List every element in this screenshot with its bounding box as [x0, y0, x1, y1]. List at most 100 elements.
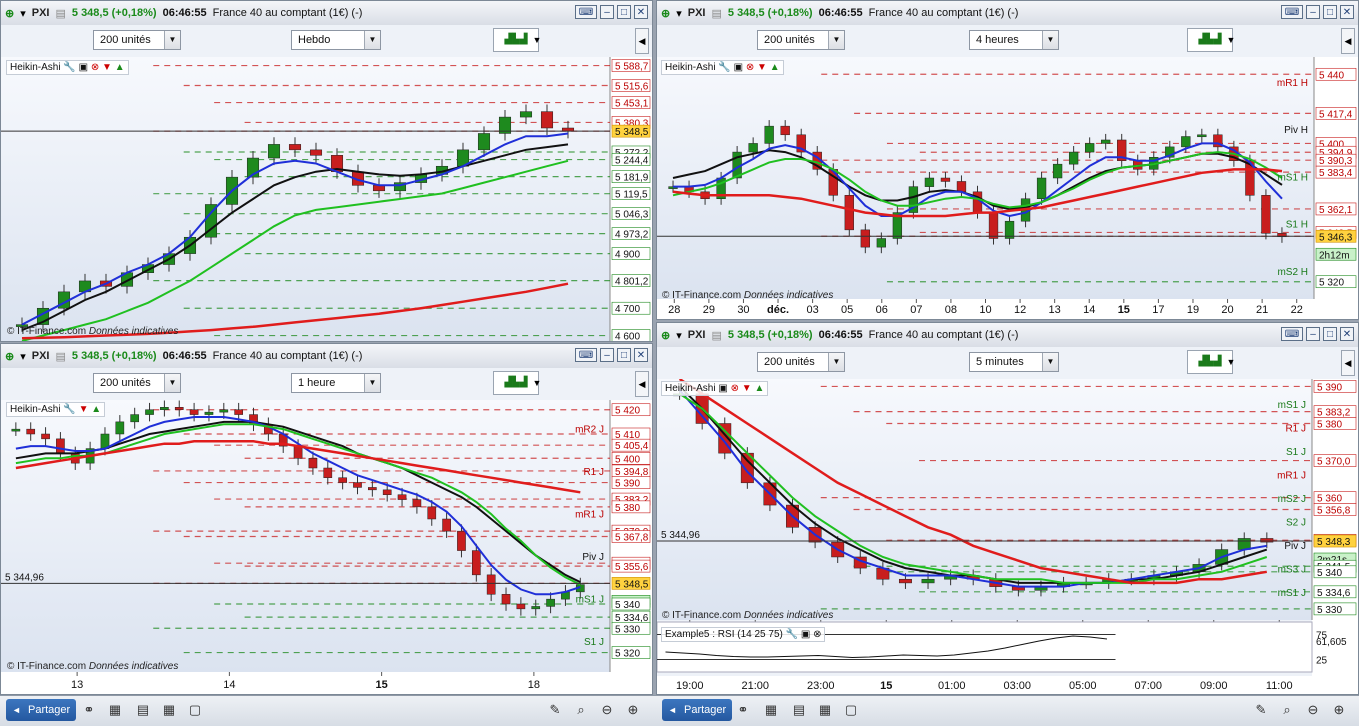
units-select[interactable]: 200 unités ▼ [757, 30, 845, 50]
close-icon[interactable]: ✕ [634, 5, 648, 19]
price-chart[interactable]: 5 390 5 383,2 5 380 5 370,0 5 360 5 356,8 5 34… [657, 379, 1358, 694]
up-arrow-icon[interactable]: ▲ [115, 62, 125, 73]
dropdown-icon[interactable]: ▾ [20, 350, 26, 363]
zoom-out-icon[interactable]: ⊖ [1304, 701, 1322, 719]
period-value: 1 heure [298, 377, 336, 389]
list-icon[interactable]: ▤ [134, 701, 152, 719]
plot-background [657, 379, 1312, 620]
wrench-icon[interactable]: 🔧 [63, 404, 75, 415]
down-arrow-icon[interactable]: ▼ [102, 62, 112, 73]
window-titlebar[interactable]: ⊕ ▾ PXI ▤ 5 348,5 (+0,18%) 06:46:55 Fran… [1, 1, 652, 26]
indicator-label[interactable]: Heikin-Ashi ▣ ⊗ ▼ ▲ [661, 381, 769, 396]
indicator-label[interactable]: Heikin-Ashi 🔧 ▼ ▲ [6, 402, 106, 417]
page-icon[interactable]: ▢ [186, 701, 204, 719]
zoom-fit-icon[interactable]: ⌕ [1278, 701, 1296, 719]
remove-icon[interactable]: ⊗ [731, 383, 739, 394]
maximize-icon[interactable]: □ [1323, 327, 1337, 341]
panel-toggle-icon[interactable]: ◀ [635, 371, 649, 397]
dropdown-icon[interactable]: ▾ [20, 7, 26, 20]
wrench-icon[interactable]: 🔧 [786, 629, 798, 640]
indicator-label[interactable]: Heikin-Ashi 🔧 ▣ ⊗ ▼ ▲ [6, 60, 129, 75]
candle-body [477, 133, 491, 151]
candle-body [1036, 177, 1047, 199]
window-titlebar[interactable]: ⊕ ▾ PXI ▤ 5 348,5 (+0,18%) 06:46:55 Fran… [657, 323, 1358, 348]
dropdown-icon[interactable]: ▾ [676, 7, 682, 20]
keyboard-icon[interactable]: ⌨ [575, 348, 597, 362]
table-icon[interactable]: ▦ [106, 701, 124, 719]
period-value: 4 heures [976, 34, 1019, 46]
share-button[interactable]: Partager [662, 699, 732, 721]
table-icon[interactable]: ▦ [762, 701, 780, 719]
up-arrow-icon[interactable]: ▲ [754, 383, 764, 394]
maximize-icon[interactable]: □ [1323, 5, 1337, 19]
remove-icon[interactable]: ⊗ [91, 62, 99, 73]
chart-toolbar: 200 unités ▼ Hebdo ▼ ▟▙▟ ▼ ◀ [1, 25, 652, 57]
remove-icon[interactable]: ⊗ [746, 62, 754, 73]
down-arrow-icon[interactable]: ▼ [757, 62, 767, 73]
price-chart[interactable]: 5 4205 4105 405,45 4005 394,85 3905 383,… [1, 400, 652, 694]
draw-icon[interactable]: ✎ [1252, 701, 1270, 719]
maximize-icon[interactable]: □ [617, 5, 631, 19]
wrench-icon[interactable]: 🔧 [718, 62, 730, 73]
keyboard-icon[interactable]: ⌨ [1281, 327, 1303, 341]
panel-toggle-icon[interactable]: ◀ [1341, 28, 1355, 54]
maximize-icon[interactable]: □ [617, 348, 631, 362]
price-chart[interactable]: 5 588,75 515,65 453,15 380,35 348,55 272… [1, 57, 652, 341]
minimize-icon[interactable]: – [1306, 5, 1320, 19]
zoom-out-icon[interactable]: ⊖ [598, 701, 616, 719]
link-icon[interactable]: ⚭ [734, 701, 752, 719]
chevron-down-icon[interactable]: ▼ [1225, 350, 1237, 374]
panel-toggle-icon[interactable]: ◀ [1341, 350, 1355, 376]
window-titlebar[interactable]: ⊕ ▾ PXI ▤ 5 348,5 (+0,18%) 06:46:55 Fran… [657, 1, 1358, 26]
units-select[interactable]: 200 unités ▼ [93, 30, 181, 50]
keyboard-icon[interactable]: ⌨ [1281, 5, 1303, 19]
window-icon[interactable]: ▣ [718, 383, 727, 394]
window-icon[interactable]: ▣ [734, 62, 743, 73]
separator-icon: ▤ [711, 7, 722, 20]
close-icon[interactable]: ✕ [1340, 5, 1354, 19]
indicator-name: Heikin-Ashi [10, 404, 61, 415]
chevron-down-icon[interactable]: ▼ [531, 371, 543, 395]
price-chart[interactable]: 5 440 5 417,4 5 400 5 394,9 5 390,3 5 383,4 5 … [657, 57, 1358, 319]
candle-body [323, 467, 333, 478]
up-arrow-icon[interactable]: ▲ [91, 404, 101, 415]
share-button[interactable]: Partager [6, 699, 76, 721]
units-select[interactable]: 200 unités ▼ [757, 352, 845, 372]
period-select[interactable]: Hebdo ▼ [291, 30, 381, 50]
minimize-icon[interactable]: – [600, 5, 614, 19]
list-icon[interactable]: ▤ [790, 701, 808, 719]
down-arrow-icon[interactable]: ▼ [742, 383, 752, 394]
calendar-icon[interactable]: ▦ [816, 701, 834, 719]
calendar-icon[interactable]: ▦ [160, 701, 178, 719]
panel-toggle-icon[interactable]: ◀ [635, 28, 649, 54]
y-axis-label: 5 367,8 [615, 532, 649, 543]
down-arrow-icon[interactable]: ▼ [79, 404, 89, 415]
window-icon[interactable]: ▣ [801, 629, 810, 640]
draw-icon[interactable]: ✎ [546, 701, 564, 719]
wrench-icon[interactable]: 🔧 [63, 62, 75, 73]
link-icon[interactable]: ⚭ [80, 701, 98, 719]
minimize-icon[interactable]: – [1306, 327, 1320, 341]
zoom-in-icon[interactable]: ⊕ [1330, 701, 1348, 719]
chevron-down-icon[interactable]: ▼ [531, 28, 543, 52]
period-select[interactable]: 1 heure ▼ [291, 373, 381, 393]
close-icon[interactable]: ✕ [634, 348, 648, 362]
dropdown-icon[interactable]: ▾ [676, 329, 682, 342]
window-icon[interactable]: ▣ [79, 62, 88, 73]
rsi-label[interactable]: Example5 : RSI (14 25 75) 🔧 ▣ ⊗ [661, 627, 826, 642]
units-select[interactable]: 200 unités ▼ [93, 373, 181, 393]
page-icon[interactable]: ▢ [842, 701, 860, 719]
chevron-down-icon[interactable]: ▼ [1225, 28, 1237, 52]
period-select[interactable]: 5 minutes ▼ [969, 352, 1059, 372]
zoom-fit-icon[interactable]: ⌕ [572, 701, 590, 719]
keyboard-icon[interactable]: ⌨ [575, 5, 597, 19]
close-icon[interactable]: ✕ [1340, 327, 1354, 341]
window-titlebar[interactable]: ⊕ ▾ PXI ▤ 5 348,5 (+0,18%) 06:46:55 Fran… [1, 344, 652, 369]
remove-icon[interactable]: ⊗ [813, 629, 821, 640]
minimize-icon[interactable]: – [600, 348, 614, 362]
indicator-label[interactable]: Heikin-Ashi 🔧 ▣ ⊗ ▼ ▲ [661, 60, 784, 75]
zoom-in-icon[interactable]: ⊕ [624, 701, 642, 719]
up-arrow-icon[interactable]: ▲ [770, 62, 780, 73]
period-select[interactable]: 4 heures ▼ [969, 30, 1059, 50]
credit-note: Données indicatives [743, 290, 834, 301]
